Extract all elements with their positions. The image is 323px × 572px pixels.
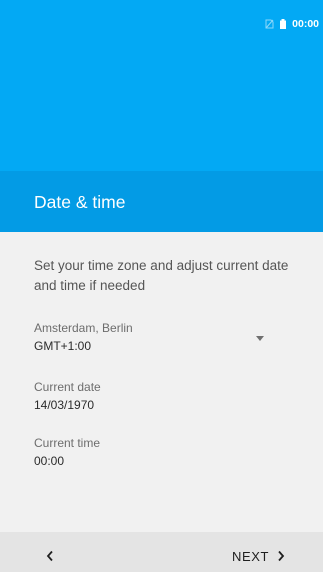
dropdown-arrow-icon[interactable] <box>255 336 265 342</box>
current-date-label: Current date <box>34 380 101 394</box>
current-time-value[interactable]: 00:00 <box>34 454 64 468</box>
no-sim-icon <box>265 19 274 29</box>
status-icons: 00:00 <box>265 17 319 31</box>
current-time-label: Current time <box>34 436 101 450</box>
chevron-right-icon <box>278 550 285 562</box>
chevron-left-icon <box>46 550 53 562</box>
next-button[interactable]: NEXT <box>232 546 285 566</box>
current-date-value[interactable]: 14/03/1970 <box>34 398 94 412</box>
battery-icon <box>280 19 287 29</box>
page-title: Date & time <box>34 192 126 212</box>
status-clock: 00:00 <box>292 18 319 30</box>
timezone-label: Amsterdam, Berlin <box>34 321 133 335</box>
back-button[interactable] <box>40 546 60 566</box>
timezone-value: GMT+1:00 <box>34 339 92 353</box>
header-banner <box>0 40 323 171</box>
status-bar: 00:00 <box>0 0 323 40</box>
description-text: Set your time zone and adjust current da… <box>34 258 289 293</box>
next-button-label: NEXT <box>232 548 270 564</box>
